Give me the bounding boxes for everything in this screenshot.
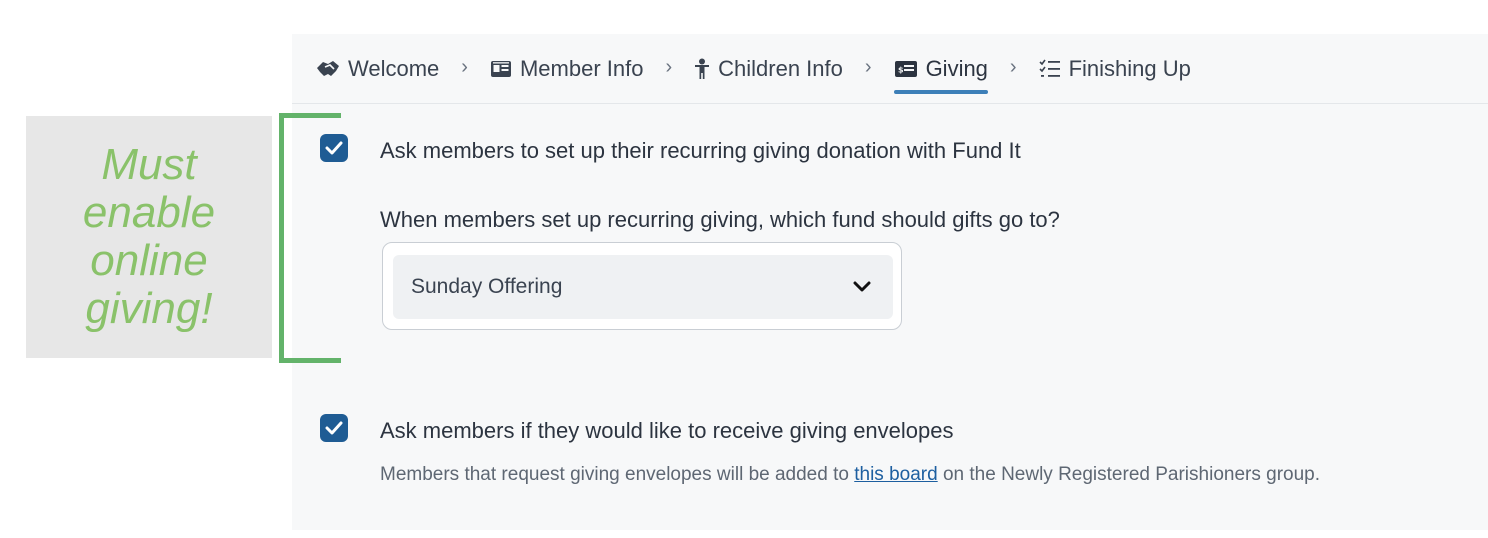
giving-envelopes-description: Members that request giving envelopes wi… [380,464,1320,486]
annotation-text: Must enable online giving! [82,140,216,333]
fund-select-value: Sunday Offering [411,275,563,298]
checklist-icon [1039,59,1061,79]
breadcrumb-label: Welcome [348,55,440,81]
description-text: Members that request giving envelopes wi… [380,464,855,485]
chevron-down-icon [853,275,871,299]
annotation-bracket [279,113,341,363]
chevron-right-icon: › [461,56,468,78]
annotation-callout: Must enable online giving! [26,116,272,358]
chevron-right-icon: › [665,56,673,78]
giving-envelopes-label: Ask members if they would like to receiv… [380,418,954,443]
breadcrumb-label: Finishing Up [1068,55,1191,81]
breadcrumb-label: Member Info [519,55,644,81]
description-text: on the Newly Registered Parishioners gro… [937,464,1320,485]
checkmark-icon [325,421,343,435]
breadcrumb-giving[interactable]: $ Giving [893,34,989,104]
breadcrumb-finishing-up[interactable]: Finishing Up [1039,34,1191,104]
breadcrumb-member-info[interactable]: Member Info [490,34,644,104]
breadcrumb-label: Giving [925,55,988,81]
child-icon [694,58,710,80]
fund-select[interactable]: Sunday Offering [393,255,893,319]
fund-select-container: Sunday Offering [382,242,902,330]
this-board-link[interactable]: this board [854,464,937,485]
fund-question: When members set up recurring giving, wh… [380,207,1060,232]
breadcrumb-label: Children Info [718,55,843,81]
chevron-right-icon: › [864,56,872,78]
giving-settings-panel: Welcome › Member Info › Children Info › … [292,34,1488,530]
breadcrumb-welcome[interactable]: Welcome [316,34,439,104]
handshake-icon [316,59,340,79]
breadcrumb-children-info[interactable]: Children Info [694,34,843,104]
wizard-breadcrumb: Welcome › Member Info › Children Info › … [292,34,1488,104]
svg-text:$: $ [898,65,904,74]
giving-envelopes-checkbox[interactable] [320,414,348,442]
recurring-giving-label: Ask members to set up their recurring gi… [380,138,1021,163]
chevron-right-icon: › [1009,56,1017,78]
money-card-icon: $ [894,60,918,78]
id-card-icon [490,60,512,78]
